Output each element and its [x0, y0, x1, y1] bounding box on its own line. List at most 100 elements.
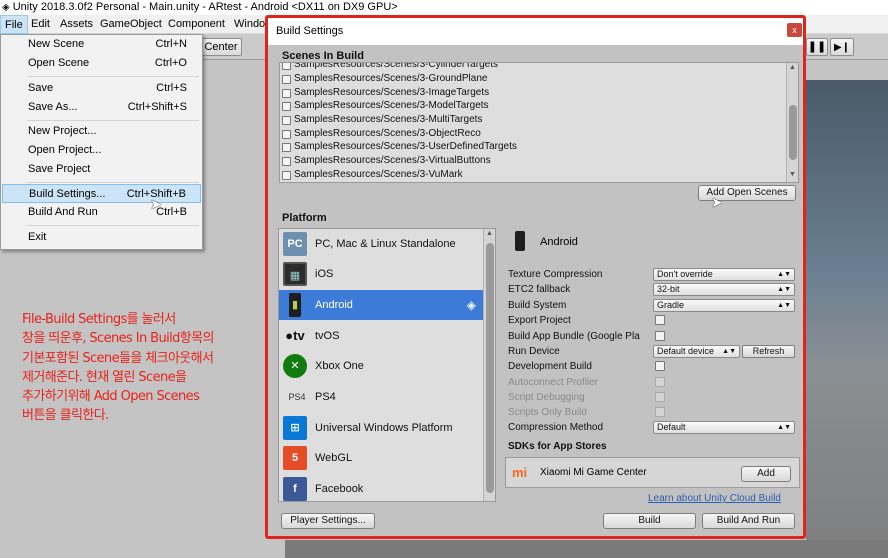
scene-row[interactable]: SamplesResources/Scenes/3-UserDefinedTar…: [280, 140, 785, 154]
pivot-center-button[interactable]: Center: [200, 38, 242, 56]
build-button[interactable]: Build: [603, 513, 696, 529]
scene-row[interactable]: SamplesResources/Scenes/3-VuMark: [280, 168, 785, 182]
menu-edit[interactable]: Edit: [27, 15, 54, 34]
platform-tvos[interactable]: ●tv tvOS: [279, 321, 484, 351]
refresh-button[interactable]: Refresh: [742, 345, 795, 358]
cloud-build-link[interactable]: Learn about Unity Cloud Build: [648, 493, 781, 504]
dialog-titlebar[interactable]: Build Settings x: [268, 18, 803, 45]
scene-checkbox[interactable]: [282, 171, 291, 180]
platform-ps4[interactable]: PS4 PS4: [279, 382, 484, 412]
selected-platform-name: Android: [540, 236, 578, 248]
player-settings-button[interactable]: Player Settings...: [281, 513, 375, 529]
menu-separator: [27, 120, 199, 121]
scene-row[interactable]: SamplesResources/Scenes/3-MultiTargets: [280, 113, 785, 127]
scene-checkbox[interactable]: [282, 75, 291, 84]
platform-label: tvOS: [315, 330, 340, 342]
menu-item-save[interactable]: Save Ctrl+S: [2, 79, 201, 98]
dropdown-caret-icon: ▲▼: [777, 424, 791, 431]
close-icon: x: [792, 25, 797, 35]
menu-item-save-project[interactable]: Save Project: [2, 160, 201, 179]
scene-checkbox[interactable]: [282, 102, 291, 111]
development-build-checkbox[interactable]: [655, 361, 665, 371]
scroll-down-icon[interactable]: ▼: [789, 171, 796, 178]
platform-label: Xbox One: [315, 360, 364, 372]
scroll-up-icon[interactable]: ▲: [789, 64, 796, 71]
scene-checkbox[interactable]: [282, 130, 291, 139]
menu-item-label: New Scene: [28, 38, 85, 50]
platform-ios[interactable]: ▦ iOS: [279, 259, 484, 289]
scenes-scrollbar[interactable]: ▲ ▼: [786, 63, 798, 182]
compression-method-label: Compression Method: [508, 422, 604, 433]
texture-compression-label: Texture Compression: [508, 269, 603, 280]
platform-scrollbar[interactable]: ▲: [483, 229, 495, 501]
pause-button[interactable]: ❚❚: [806, 38, 828, 56]
scroll-up-icon[interactable]: ▲: [486, 230, 493, 237]
scene-path: SamplesResources/Scenes/3-VirtualButtons: [294, 155, 491, 166]
platform-list[interactable]: PC PC, Mac & Linux Standalone ▦ iOS ▮ An…: [278, 228, 496, 502]
facebook-icon: f: [283, 477, 307, 501]
menu-item-open-scene[interactable]: Open Scene Ctrl+O: [2, 54, 201, 73]
platform-webgl[interactable]: 5 WebGL: [279, 443, 484, 473]
run-device-dropdown[interactable]: Default device ▲▼: [653, 345, 740, 358]
build-app-bundle-label: Build App Bundle (Google Pla: [508, 331, 640, 342]
step-button[interactable]: ▶❙: [830, 38, 854, 56]
menu-window[interactable]: Windo: [230, 15, 269, 34]
menu-item-build-and-run[interactable]: Build And Run Ctrl+B: [2, 203, 201, 222]
scene-row[interactable]: SamplesResources/Scenes/3-GroundPlane: [280, 72, 785, 86]
mouse-cursor-icon: ➤: [711, 194, 723, 210]
platform-standalone[interactable]: PC PC, Mac & Linux Standalone: [279, 229, 484, 259]
ps4-icon: PS4: [288, 392, 306, 402]
menu-item-new-scene[interactable]: New Scene Ctrl+N: [2, 35, 201, 54]
annotation-line: 버튼을 클릭한다.: [22, 408, 109, 424]
etc2-fallback-dropdown[interactable]: 32-bit ▲▼: [653, 283, 795, 296]
build-system-dropdown[interactable]: Gradle ▲▼: [653, 299, 795, 312]
menu-item-label: Open Project...: [28, 144, 102, 156]
export-project-checkbox[interactable]: [655, 315, 665, 325]
close-button[interactable]: x: [787, 23, 802, 37]
texture-compression-dropdown[interactable]: Don't override ▲▼: [653, 268, 795, 281]
annotation-line: 기본포함된 Scene들을 체크아웃해서: [22, 350, 214, 366]
sdk-add-button[interactable]: Add: [741, 466, 791, 482]
dropdown-caret-icon: ▲▼: [777, 286, 791, 293]
dropdown-value: Gradle: [657, 300, 685, 310]
sdk-list: mi Xiaomi Mi Game Center Add: [505, 457, 800, 488]
platform-facebook[interactable]: f Facebook: [279, 474, 484, 501]
menu-item-new-project[interactable]: New Project...: [2, 122, 201, 141]
menu-item-open-project[interactable]: Open Project...: [2, 141, 201, 160]
build-and-run-button[interactable]: Build And Run: [702, 513, 795, 529]
menu-component[interactable]: Component: [164, 15, 229, 34]
menu-assets[interactable]: Assets: [56, 15, 97, 34]
autoconnect-profiler-checkbox: [655, 377, 665, 387]
scene-row[interactable]: SamplesResources/Scenes/3-VirtualButtons: [280, 154, 785, 168]
scene-path: SamplesResources/Scenes/3-MultiTargets: [294, 114, 483, 125]
scene-checkbox[interactable]: [282, 157, 291, 166]
scrollbar-thumb[interactable]: [789, 105, 797, 160]
standalone-icon: PC: [283, 232, 307, 256]
menu-item-save-as[interactable]: Save As... Ctrl+Shift+S: [2, 98, 201, 117]
etc2-fallback-label: ETC2 fallback: [508, 284, 571, 295]
menu-gameobject[interactable]: GameObject: [96, 15, 166, 34]
scene-row[interactable]: SamplesResources/Scenes/3-ImageTargets: [280, 86, 785, 100]
platform-label: Facebook: [315, 483, 364, 495]
build-app-bundle-checkbox[interactable]: [655, 331, 665, 341]
menu-item-shortcut: Ctrl+O: [154, 57, 187, 69]
compression-method-dropdown[interactable]: Default ▲▼: [653, 421, 795, 434]
menu-item-build-settings[interactable]: Build Settings... Ctrl+Shift+B: [2, 184, 201, 203]
platform-xbox-one[interactable]: ✕ Xbox One: [279, 351, 484, 381]
platform-android[interactable]: ▮ Android ◈: [279, 290, 484, 320]
script-debugging-checkbox: [655, 392, 665, 402]
scene-checkbox[interactable]: [282, 63, 291, 70]
scene-row[interactable]: SamplesResources/Scenes/3-ModelTargets: [280, 99, 785, 113]
xbox-icon: ✕: [283, 354, 307, 378]
scenes-in-build-list[interactable]: SamplesResources/Scenes/3-CylinderTarget…: [279, 62, 799, 183]
scrollbar-thumb[interactable]: [486, 243, 494, 493]
scene-row[interactable]: SamplesResources/Scenes/3-ObjectReco: [280, 127, 785, 141]
scene-checkbox[interactable]: [282, 143, 291, 152]
scene-checkbox[interactable]: [282, 116, 291, 125]
menu-item-exit[interactable]: Exit: [2, 228, 201, 247]
platform-uwp[interactable]: ⊞ Universal Windows Platform: [279, 413, 484, 443]
scene-checkbox[interactable]: [282, 89, 291, 98]
scene-row[interactable]: SamplesResources/Scenes/3-CylinderTarget…: [280, 63, 785, 72]
platform-label: iOS: [315, 268, 334, 280]
menu-file[interactable]: File: [0, 15, 28, 34]
